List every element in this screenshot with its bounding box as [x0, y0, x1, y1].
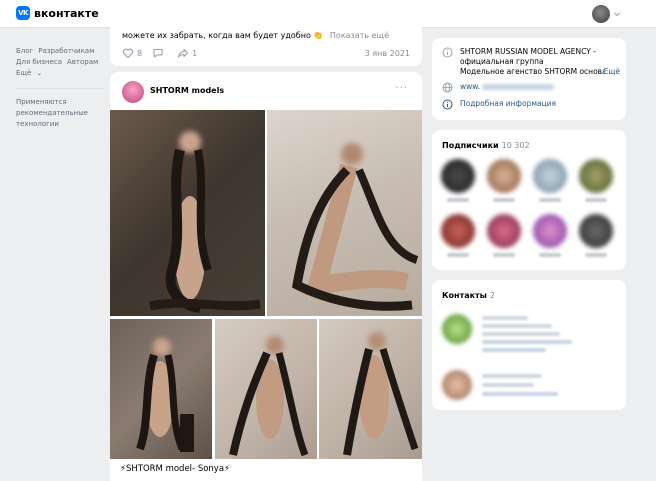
group-description: SHTORM RUSSIAN MODEL AGENCY - официальна…: [460, 47, 620, 77]
post-photo[interactable]: [319, 319, 422, 459]
show-more-link[interactable]: Показать ещё: [330, 31, 389, 40]
nav-link-business[interactable]: Для бизнеса: [16, 58, 62, 66]
heart-icon: [122, 48, 134, 59]
nav-link-developers[interactable]: Разработчикам: [38, 47, 94, 55]
website-link-blurred: [482, 84, 555, 90]
subscriber-avatar[interactable]: [577, 159, 615, 202]
info-circle-icon: [442, 99, 453, 110]
subscribers-count: 10 302: [501, 141, 530, 150]
nav-link-authors[interactable]: Авторам: [67, 58, 98, 66]
clap-emoji-icon: 👏: [313, 31, 324, 40]
photo-figure: [149, 131, 261, 313]
contacts-count: 2: [489, 291, 495, 300]
like-button[interactable]: 8: [122, 47, 142, 59]
contacts-header[interactable]: Контакты 2: [442, 291, 495, 300]
user-avatar[interactable]: [592, 5, 610, 23]
photo-figure: [136, 338, 194, 452]
previous-post-card: можете их забрать, когда вам будет удобн…: [110, 0, 422, 66]
subscriber-avatar[interactable]: [485, 159, 523, 202]
contact-item[interactable]: [442, 370, 618, 414]
subscriber-avatar[interactable]: [439, 159, 477, 202]
subscriber-avatar[interactable]: [577, 214, 615, 257]
website-row: www.: [442, 82, 620, 93]
vk-logo-text: вконтакте: [34, 6, 99, 20]
share-button[interactable]: 1: [177, 47, 197, 59]
subscriber-avatar[interactable]: [439, 214, 477, 257]
contact-avatar: [442, 370, 472, 400]
contact-role-blurred: [482, 383, 534, 387]
contact-role-blurred: [482, 324, 552, 328]
vk-logo[interactable]: VK вконтакте: [16, 6, 99, 20]
photo-figure: [343, 332, 419, 456]
subscriber-avatar[interactable]: [485, 214, 523, 257]
info-icon: [442, 47, 453, 58]
post-photo[interactable]: [267, 110, 422, 316]
share-icon: [178, 48, 189, 58]
post-caption: ⚡SHTORM model- Sonya⚡: [120, 464, 231, 474]
website-link[interactable]: www.: [460, 82, 480, 91]
subscriber-avatar[interactable]: [531, 159, 569, 202]
subscribers-header[interactable]: Подписчики 10 302: [442, 141, 530, 150]
contact-phone-blurred: [482, 332, 560, 336]
post-author[interactable]: SHTORM models: [150, 86, 224, 95]
like-count: 8: [137, 48, 143, 58]
comment-icon: [153, 48, 163, 58]
contact-avatar: [442, 314, 472, 344]
chevron-down-icon[interactable]: [613, 10, 621, 18]
details-row[interactable]: Подробная информация: [442, 99, 620, 110]
nav-link-blog[interactable]: Блог: [16, 47, 33, 55]
details-link[interactable]: Подробная информация: [460, 99, 620, 110]
post-photo[interactable]: [110, 110, 265, 316]
left-footer-nav: Блог Разработчикам Для бизнеса Авторам Ещё…: [16, 46, 108, 130]
comment-button[interactable]: [152, 47, 167, 59]
post-more-menu[interactable]: ···: [395, 83, 408, 94]
description-more-link[interactable]: Ещё: [604, 67, 620, 77]
post-date[interactable]: 3 янв 2021: [365, 49, 410, 58]
subscribers-card: Подписчики 10 302: [432, 130, 626, 270]
chevron-down-icon: ⌄: [36, 69, 43, 77]
post-card: SHTORM models ··· ⚡SHTORM model- Sonya⚡: [110, 72, 422, 481]
divider: [16, 88, 104, 89]
group-info-card: SHTORM RUSSIAN MODEL AGENCY - официальна…: [432, 38, 626, 120]
group-description-title: SHTORM RUSSIAN MODEL AGENCY - официальна…: [460, 47, 596, 66]
nav-link-more[interactable]: Ещё: [16, 69, 31, 77]
share-count: 1: [192, 48, 198, 58]
contact-name-blurred: [482, 374, 542, 378]
contact-email-blurred: [482, 392, 558, 396]
post-photo[interactable]: [215, 319, 317, 459]
subscribers-title: Подписчики: [442, 141, 499, 150]
vk-logo-mark: VK: [16, 6, 30, 20]
photo-figure: [229, 336, 309, 457]
photo-figure: [291, 143, 419, 311]
post-actions: 8 1: [122, 47, 207, 59]
contacts-title: Контакты: [442, 291, 487, 300]
contact-email-blurred: [482, 340, 572, 344]
contact-email-blurred: [482, 348, 546, 352]
previous-post-text-body: можете их забрать, когда вам будет удобн…: [122, 31, 311, 40]
recommendation-tech-note[interactable]: Применяются рекомендательные технологии: [16, 97, 96, 130]
contact-name-blurred: [482, 316, 528, 320]
contact-item[interactable]: [442, 314, 618, 358]
group-description-text: Модельное агенство SHTORM основан: [460, 67, 604, 76]
group-website[interactable]: www.: [460, 82, 620, 93]
globe-icon: [442, 82, 453, 93]
previous-post-text: можете их забрать, когда вам будет удобн…: [122, 30, 389, 42]
group-avatar[interactable]: [122, 81, 144, 103]
description-row: SHTORM RUSSIAN MODEL AGENCY - официальна…: [442, 47, 620, 77]
subscriber-avatar[interactable]: [531, 214, 569, 257]
contacts-card: Контакты 2: [432, 280, 626, 410]
post-photo[interactable]: [110, 319, 212, 459]
